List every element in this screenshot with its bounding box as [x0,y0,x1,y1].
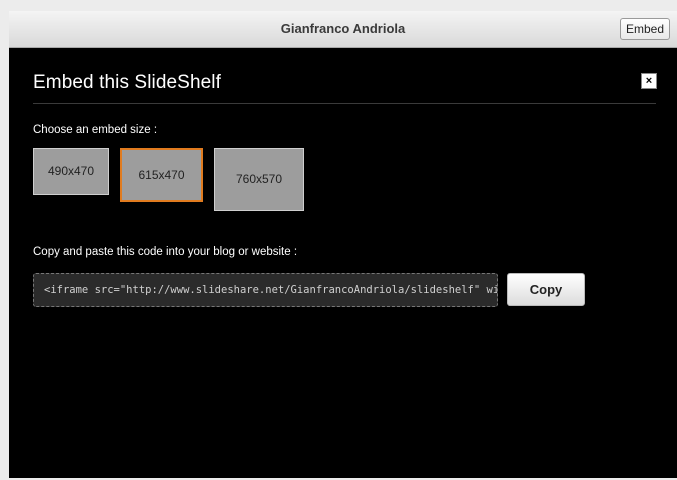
page-title: Gianfranco Andriola [280,21,406,36]
size-option-615x470[interactable]: 615x470 [120,148,203,202]
embed-size-label: Choose an embed size : [33,124,158,136]
embed-code-label: Copy and paste this code into your blog … [33,246,298,258]
close-icon[interactable]: × [641,73,657,89]
title-bar: Gianfranco Andriola Embed [9,11,677,48]
size-option-490x470[interactable]: 490x470 [33,148,109,195]
embed-button[interactable]: Embed [620,18,670,40]
divider [33,103,656,104]
embed-dialog: Embed this SlideShelf × Choose an embed … [9,48,677,478]
size-option-760x570[interactable]: 760x570 [214,148,304,211]
copy-button[interactable]: Copy [507,273,585,306]
dialog-title: Embed this SlideShelf [33,72,221,93]
app-window: Gianfranco Andriola Embed Embed this Sli… [0,0,677,480]
embed-code-field[interactable]: <iframe src="http://www.slideshare.net/G… [33,273,498,307]
